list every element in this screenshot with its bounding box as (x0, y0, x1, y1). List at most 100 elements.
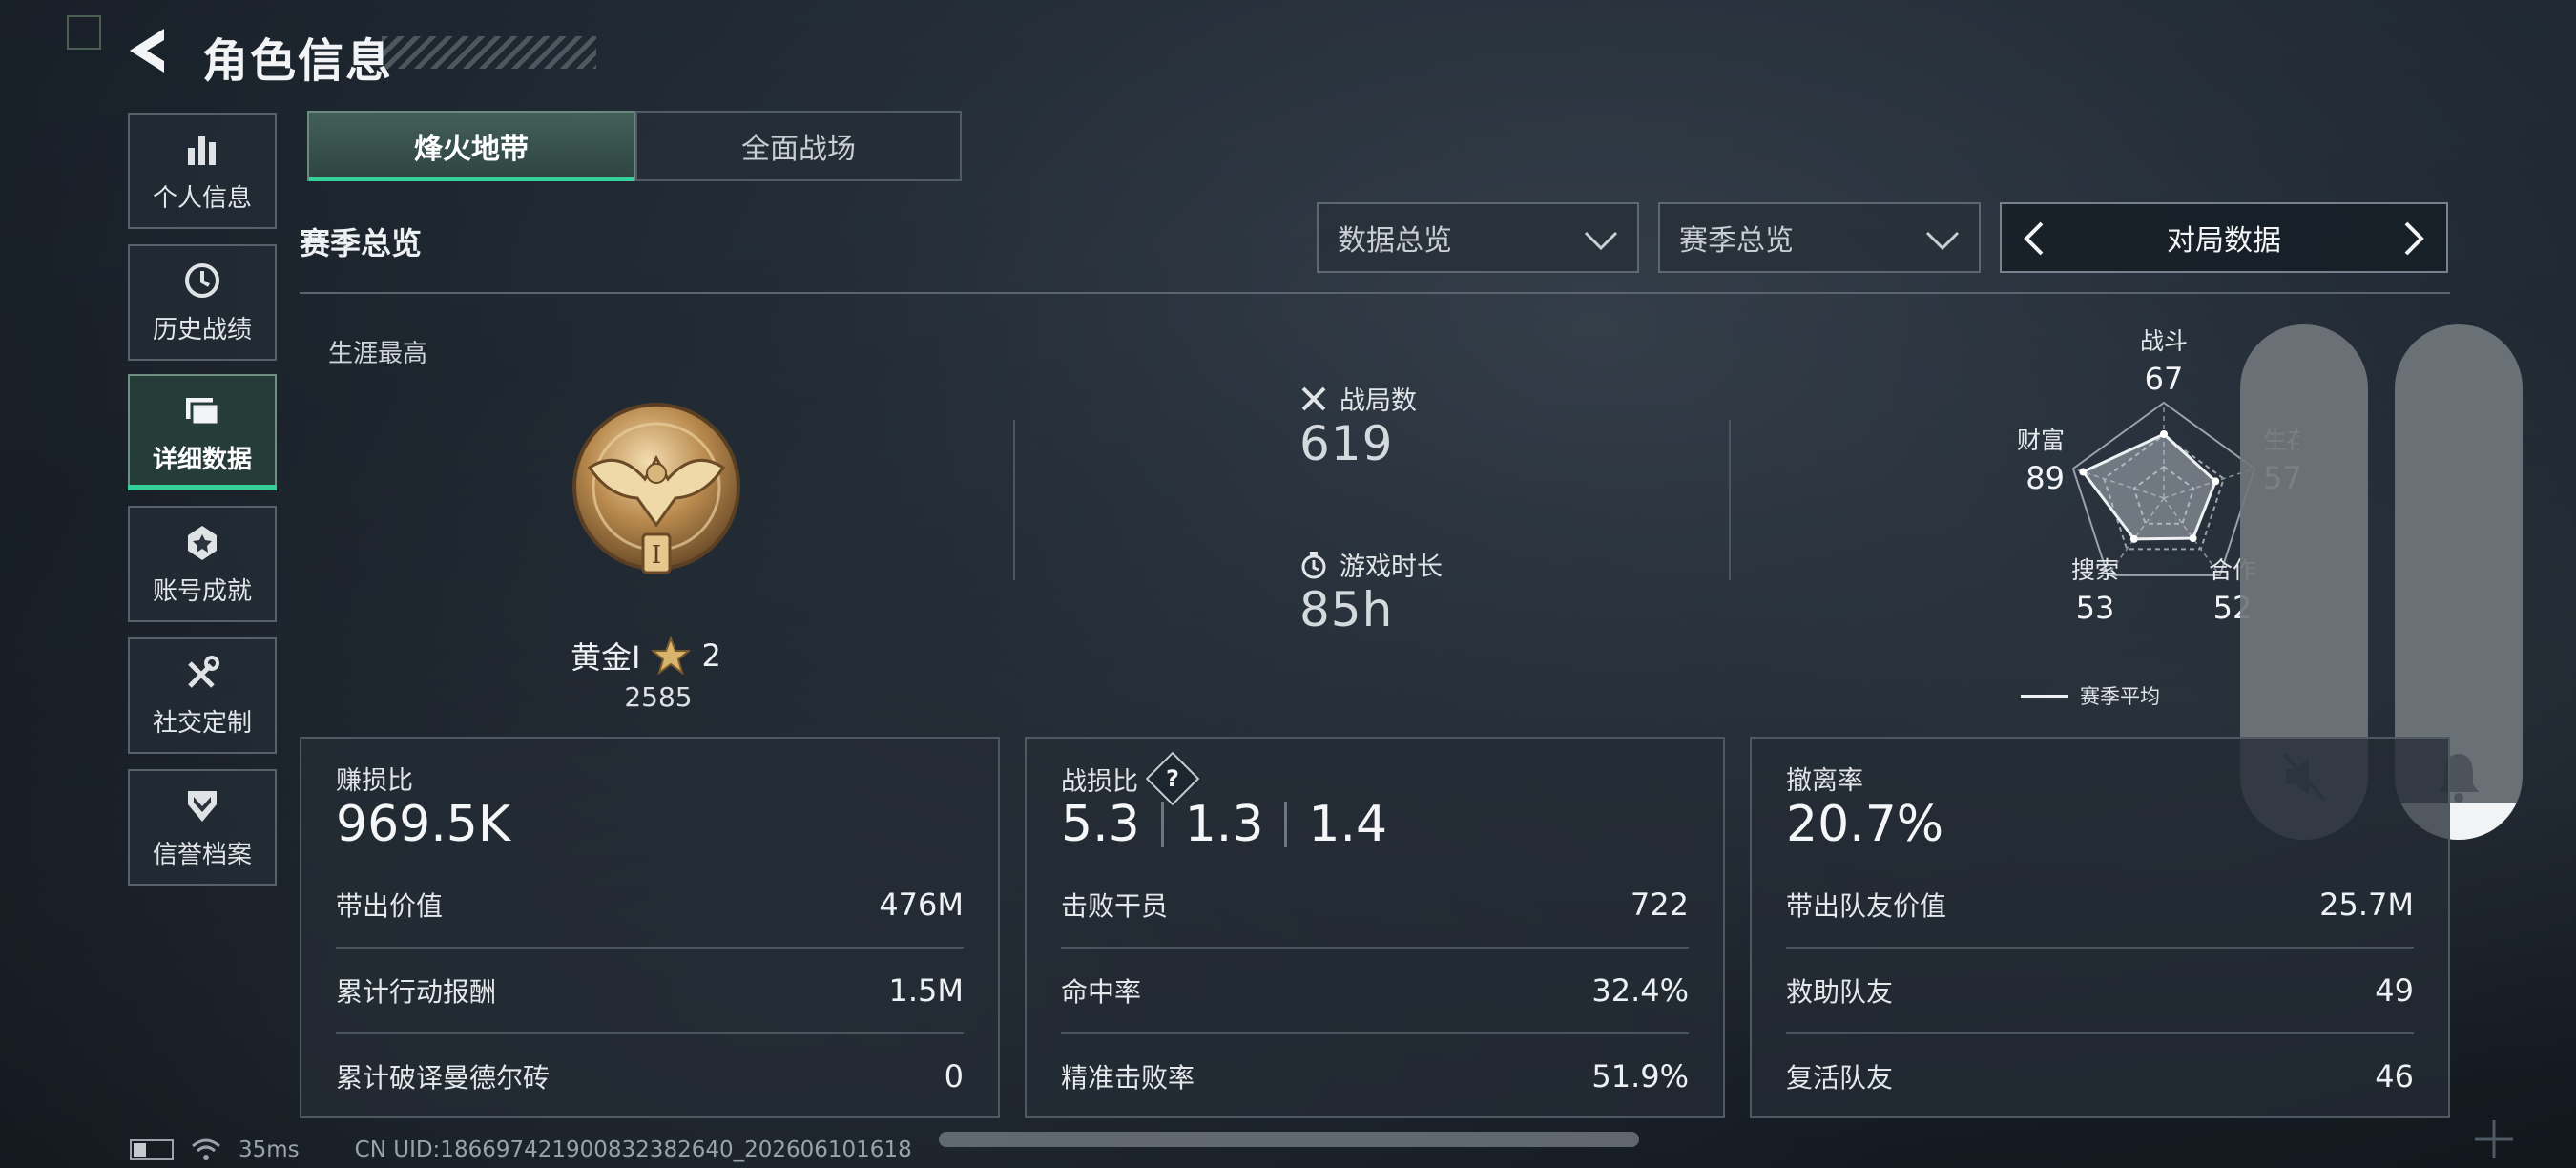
crosshair-icon (2475, 1120, 2513, 1158)
rank-stars: 2 (701, 637, 721, 674)
stat-row: 累计行动报酬 1.5M (336, 949, 964, 1032)
matches-label-text: 战局数 (1340, 386, 1417, 416)
radar-axis-value: 89 (2025, 460, 2065, 496)
card-title-text: 战损比 (1061, 766, 1138, 797)
section-title: 赛季总览 (300, 225, 423, 261)
sidebar-item-label: 账号成就 (152, 576, 252, 606)
ratio-value: 1.3 (1184, 796, 1264, 853)
sidebar-item-achievements[interactable]: 账号成就 (128, 506, 277, 622)
sidebar-item-personal-info[interactable]: 个人信息 (128, 113, 277, 229)
crossed-swords-icon (1301, 386, 1326, 410)
combat-card: 战损比 ? 5.3 1.3 1.4 击败干员 722 命中率 32.4% 精准击败率… (1025, 737, 1725, 1118)
sidebar-item-detailed-data[interactable]: 详细数据 (128, 374, 277, 490)
sidebar-item-label: 历史战绩 (152, 315, 252, 344)
radar-point (2160, 430, 2168, 438)
shield-rank-icon (188, 790, 217, 822)
radar-legend: 赛季平均 (2021, 681, 2160, 710)
row-value: 51.9% (1591, 1058, 1689, 1095)
row-value: 25.7M (2319, 886, 2414, 923)
legend-label: 赛季平均 (2080, 685, 2160, 708)
row-label: 累计行动报酬 (336, 976, 497, 1008)
row-label: 命中率 (1061, 976, 1142, 1008)
stat-row: 累计破译曼德尔砖 0 (336, 1034, 964, 1118)
achievement-badge-icon (188, 525, 217, 560)
radar-axis-label: 搜索 (2071, 556, 2119, 584)
card-big-value: 969.5K (336, 796, 510, 853)
tools-icon (188, 655, 219, 688)
tab-active-indicator (309, 177, 634, 181)
row-label: 复活队友 (1786, 1062, 1894, 1094)
playtime-label: 游戏时长 (1299, 546, 1443, 583)
row-value: 0 (944, 1058, 964, 1095)
radar-series-area (2081, 432, 2217, 541)
stat-row: 精准击败率 51.9% (1061, 1034, 1689, 1118)
home-indicator[interactable] (939, 1132, 1639, 1147)
sidebar-item-history[interactable]: 历史战绩 (128, 244, 277, 361)
match-data-pager: 对局数据 (2000, 202, 2448, 273)
vertical-divider (1013, 420, 1015, 580)
sidebar-item-label: 详细数据 (152, 445, 252, 474)
wifi-icon (192, 1138, 220, 1160)
card-title: 撤离率 (1786, 760, 1863, 797)
sidebar-item-reputation[interactable]: 信誉档案 (128, 769, 277, 886)
tab-warzone[interactable]: 烽火地带 (307, 111, 635, 181)
folder-icon (186, 397, 220, 426)
radar-point (2212, 477, 2220, 486)
card-title: 战损比 ? (1061, 751, 1200, 806)
battery-icon (130, 1139, 174, 1160)
pager-label: 对局数据 (2167, 224, 2281, 258)
row-label: 带出价值 (336, 890, 444, 922)
status-footer: 35ms CN UID:1866974219008323826​40_20260… (130, 1137, 912, 1162)
kd-ratios: 5.3 1.3 1.4 (1061, 796, 1387, 853)
career-rank: 黄金Ⅰ 2 (571, 634, 721, 678)
row-label: 精准击败率 (1061, 1062, 1195, 1094)
back-arrow-icon[interactable] (126, 27, 170, 74)
profit-card: 赚损比 969.5K 带出价值 476M 累计行动报酬 1.5M 累计破译曼德尔砖 0 (300, 737, 1000, 1118)
sidebar-item-social[interactable]: 社交定制 (128, 637, 277, 754)
stat-row: 复活队友 46 (1786, 1034, 2414, 1118)
season-overview-dropdown[interactable]: 赛季总览 (1658, 202, 1981, 273)
stat-row: 命中率 32.4% (1061, 949, 1689, 1032)
medal-tier-text: I (652, 541, 661, 570)
battery-level (134, 1143, 146, 1157)
chevron-down-icon (1584, 231, 1618, 251)
history-clock-icon (185, 262, 219, 298)
row-label: 救助队友 (1786, 976, 1894, 1008)
sidebar-item-label: 社交定制 (152, 708, 252, 738)
chevron-down-icon (1925, 231, 1960, 251)
row-label: 带出队友价值 (1786, 890, 1947, 922)
radar-point (2189, 534, 2197, 543)
ratio-value: 1.4 (1308, 796, 1388, 853)
row-value: 476M (879, 886, 964, 923)
chevron-right-icon[interactable] (2395, 219, 2433, 258)
data-overview-dropdown[interactable]: 数据总览 (1317, 202, 1639, 273)
stat-row: 带出队友价值 25.7M (1786, 863, 2414, 947)
row-label: 击败干员 (1061, 890, 1169, 922)
matches-value: 619 (1299, 416, 1394, 471)
ratio-value: 5.3 (1061, 796, 1140, 853)
card-title-text: 撤离率 (1786, 766, 1863, 796)
radar-axis-label: 财富 (2017, 427, 2065, 454)
tab-label: 全面战场 (741, 133, 856, 166)
card-title-text: 赚损比 (336, 766, 413, 796)
ratio-divider (1160, 802, 1164, 847)
tab-full-battlefield[interactable]: 全面战场 (635, 111, 962, 181)
chevron-left-icon[interactable] (2015, 219, 2053, 258)
dropdown-value: 赛季总览 (1679, 224, 1794, 258)
gold-rank-medal-icon: I (572, 403, 740, 574)
legend-line (2021, 694, 2068, 698)
stat-row: 救助队友 49 (1786, 949, 2414, 1032)
row-value: 32.4% (1591, 972, 1689, 1009)
card-title: 赚损比 (336, 760, 413, 797)
corner-frame-icon (67, 15, 101, 50)
sidebar-item-label: 信誉档案 (152, 840, 252, 869)
row-value: 1.5M (888, 972, 965, 1009)
playtime-label-text: 游戏时长 (1340, 553, 1443, 582)
radar-axis-value: 67 (2145, 361, 2184, 397)
sidebar-item-label: 个人信息 (152, 183, 252, 213)
ping-value: 35ms (239, 1137, 300, 1162)
uid-text: CN UID:1866974219008323826​40_2026061016… (354, 1137, 912, 1162)
row-value: 722 (1630, 886, 1689, 923)
card-big-value: 20.7% (1786, 796, 1944, 853)
stopwatch-icon (1301, 551, 1326, 578)
